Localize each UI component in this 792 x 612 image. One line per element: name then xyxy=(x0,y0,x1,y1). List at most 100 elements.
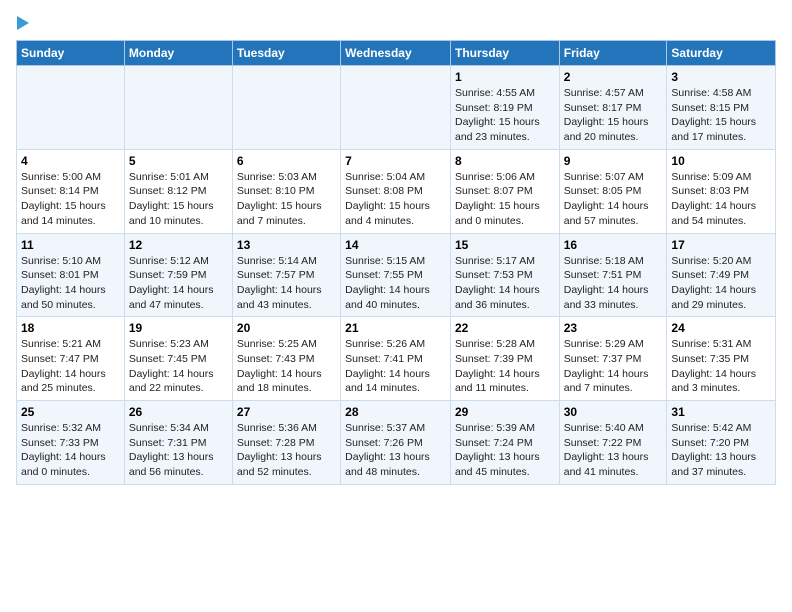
cell-text-line: Sunset: 7:28 PM xyxy=(237,436,336,451)
cell-text-line: Daylight: 14 hours xyxy=(564,283,663,298)
cell-text-line: Sunrise: 5:32 AM xyxy=(21,421,120,436)
cell-text-line: Daylight: 14 hours xyxy=(455,283,555,298)
cell-text-line: and 50 minutes. xyxy=(21,298,120,313)
cell-text-line: Daylight: 14 hours xyxy=(564,199,663,214)
cell-text-line: Daylight: 15 hours xyxy=(345,199,446,214)
cell-text-line: and 22 minutes. xyxy=(129,381,228,396)
calendar-cell: 14Sunrise: 5:15 AMSunset: 7:55 PMDayligh… xyxy=(341,233,451,317)
cell-text-line: and 36 minutes. xyxy=(455,298,555,313)
calendar-cell: 20Sunrise: 5:25 AMSunset: 7:43 PMDayligh… xyxy=(232,317,340,401)
cell-text-line: Sunrise: 5:07 AM xyxy=(564,170,663,185)
cell-text-line: and 0 minutes. xyxy=(21,465,120,480)
day-number: 5 xyxy=(129,154,228,168)
cell-text-line: and 33 minutes. xyxy=(564,298,663,313)
cell-text-line: Daylight: 15 hours xyxy=(455,199,555,214)
day-number: 14 xyxy=(345,238,446,252)
cell-text-line: Sunset: 8:08 PM xyxy=(345,184,446,199)
cell-text-line: Sunrise: 5:17 AM xyxy=(455,254,555,269)
cell-text-line: Sunset: 7:41 PM xyxy=(345,352,446,367)
cell-text-line: Daylight: 14 hours xyxy=(237,283,336,298)
calendar-header-row: SundayMondayTuesdayWednesdayThursdayFrid… xyxy=(17,41,776,66)
cell-text-line: Sunset: 7:37 PM xyxy=(564,352,663,367)
day-number: 19 xyxy=(129,321,228,335)
calendar-cell: 17Sunrise: 5:20 AMSunset: 7:49 PMDayligh… xyxy=(667,233,776,317)
day-number: 6 xyxy=(237,154,336,168)
calendar-cell: 24Sunrise: 5:31 AMSunset: 7:35 PMDayligh… xyxy=(667,317,776,401)
cell-text-line: and 37 minutes. xyxy=(671,465,771,480)
calendar-week-row: 18Sunrise: 5:21 AMSunset: 7:47 PMDayligh… xyxy=(17,317,776,401)
cell-text-line: Sunrise: 5:14 AM xyxy=(237,254,336,269)
cell-text-line: and 10 minutes. xyxy=(129,214,228,229)
cell-text-line: Sunset: 7:20 PM xyxy=(671,436,771,451)
cell-text-line: and 41 minutes. xyxy=(564,465,663,480)
cell-text-line: Daylight: 14 hours xyxy=(129,367,228,382)
calendar-week-row: 11Sunrise: 5:10 AMSunset: 8:01 PMDayligh… xyxy=(17,233,776,317)
cell-text-line: Sunrise: 4:58 AM xyxy=(671,86,771,101)
cell-text-line: Daylight: 14 hours xyxy=(129,283,228,298)
cell-text-line: Sunset: 7:24 PM xyxy=(455,436,555,451)
cell-text-line: Sunrise: 5:23 AM xyxy=(129,337,228,352)
day-number: 7 xyxy=(345,154,446,168)
cell-text-line: Daylight: 15 hours xyxy=(21,199,120,214)
calendar-cell: 28Sunrise: 5:37 AMSunset: 7:26 PMDayligh… xyxy=(341,401,451,485)
cell-text-line: Daylight: 15 hours xyxy=(455,115,555,130)
cell-text-line: and 14 minutes. xyxy=(21,214,120,229)
cell-text-line: Daylight: 14 hours xyxy=(237,367,336,382)
calendar-cell: 25Sunrise: 5:32 AMSunset: 7:33 PMDayligh… xyxy=(17,401,125,485)
logo-arrow-icon xyxy=(17,16,29,30)
day-number: 28 xyxy=(345,405,446,419)
cell-text-line: Daylight: 13 hours xyxy=(564,450,663,465)
day-number: 29 xyxy=(455,405,555,419)
cell-text-line: Sunset: 7:53 PM xyxy=(455,268,555,283)
cell-text-line: Daylight: 13 hours xyxy=(671,450,771,465)
cell-text-line: Daylight: 14 hours xyxy=(455,367,555,382)
cell-text-line: Sunset: 8:17 PM xyxy=(564,101,663,116)
day-number: 22 xyxy=(455,321,555,335)
cell-text-line: Sunset: 8:15 PM xyxy=(671,101,771,116)
day-number: 2 xyxy=(564,70,663,84)
calendar-cell: 11Sunrise: 5:10 AMSunset: 8:01 PMDayligh… xyxy=(17,233,125,317)
cell-text-line: Sunset: 8:19 PM xyxy=(455,101,555,116)
cell-text-line: and 11 minutes. xyxy=(455,381,555,396)
cell-text-line: and 23 minutes. xyxy=(455,130,555,145)
cell-text-line: and 29 minutes. xyxy=(671,298,771,313)
cell-text-line: Sunset: 7:43 PM xyxy=(237,352,336,367)
calendar-cell: 15 Sunrise: 5:17 AMSunset: 7:53 PMDayligh… xyxy=(450,233,559,317)
header xyxy=(16,16,776,30)
cell-text-line: and 0 minutes. xyxy=(455,214,555,229)
calendar-cell: 9Sunrise: 5:07 AMSunset: 8:05 PMDaylight… xyxy=(559,149,667,233)
calendar-cell: 19Sunrise: 5:23 AMSunset: 7:45 PMDayligh… xyxy=(124,317,232,401)
cell-text-line: Sunrise: 5:28 AM xyxy=(455,337,555,352)
cell-text-line: Daylight: 14 hours xyxy=(21,367,120,382)
cell-text-line: Sunrise: 5:40 AM xyxy=(564,421,663,436)
calendar-cell: 4Sunrise: 5:00 AMSunset: 8:14 PMDaylight… xyxy=(17,149,125,233)
calendar-week-row: 4Sunrise: 5:00 AMSunset: 8:14 PMDaylight… xyxy=(17,149,776,233)
calendar-cell: 2Sunrise: 4:57 AMSunset: 8:17 PMDaylight… xyxy=(559,66,667,150)
calendar-cell: 26Sunrise: 5:34 AMSunset: 7:31 PMDayligh… xyxy=(124,401,232,485)
cell-text-line: and 25 minutes. xyxy=(21,381,120,396)
cell-text-line: Sunrise: 5:31 AM xyxy=(671,337,771,352)
cell-text-line: Sunset: 8:07 PM xyxy=(455,184,555,199)
calendar-cell: 27Sunrise: 5:36 AMSunset: 7:28 PMDayligh… xyxy=(232,401,340,485)
calendar-week-row: 1Sunrise: 4:55 AMSunset: 8:19 PMDaylight… xyxy=(17,66,776,150)
cell-text-line: Sunset: 8:10 PM xyxy=(237,184,336,199)
cell-text-line: and 7 minutes. xyxy=(564,381,663,396)
cell-text-line: Daylight: 13 hours xyxy=(129,450,228,465)
day-number: 24 xyxy=(671,321,771,335)
cell-text-line: and 48 minutes. xyxy=(345,465,446,480)
cell-text-line: Sunset: 7:26 PM xyxy=(345,436,446,451)
cell-text-line: and 56 minutes. xyxy=(129,465,228,480)
page: SundayMondayTuesdayWednesdayThursdayFrid… xyxy=(0,0,792,495)
cell-text-line: Sunrise: 5:37 AM xyxy=(345,421,446,436)
calendar-header-saturday: Saturday xyxy=(667,41,776,66)
cell-text-line: and 43 minutes. xyxy=(237,298,336,313)
calendar-cell: 6Sunrise: 5:03 AMSunset: 8:10 PMDaylight… xyxy=(232,149,340,233)
cell-text-line: Sunset: 8:12 PM xyxy=(129,184,228,199)
day-number: 26 xyxy=(129,405,228,419)
cell-text-line: Sunrise: 5:12 AM xyxy=(129,254,228,269)
calendar-cell: 13Sunrise: 5:14 AMSunset: 7:57 PMDayligh… xyxy=(232,233,340,317)
cell-text-line: Daylight: 14 hours xyxy=(345,283,446,298)
cell-text-line: Sunset: 7:35 PM xyxy=(671,352,771,367)
day-number: 15 xyxy=(455,238,555,252)
cell-text-line: and 4 minutes. xyxy=(345,214,446,229)
